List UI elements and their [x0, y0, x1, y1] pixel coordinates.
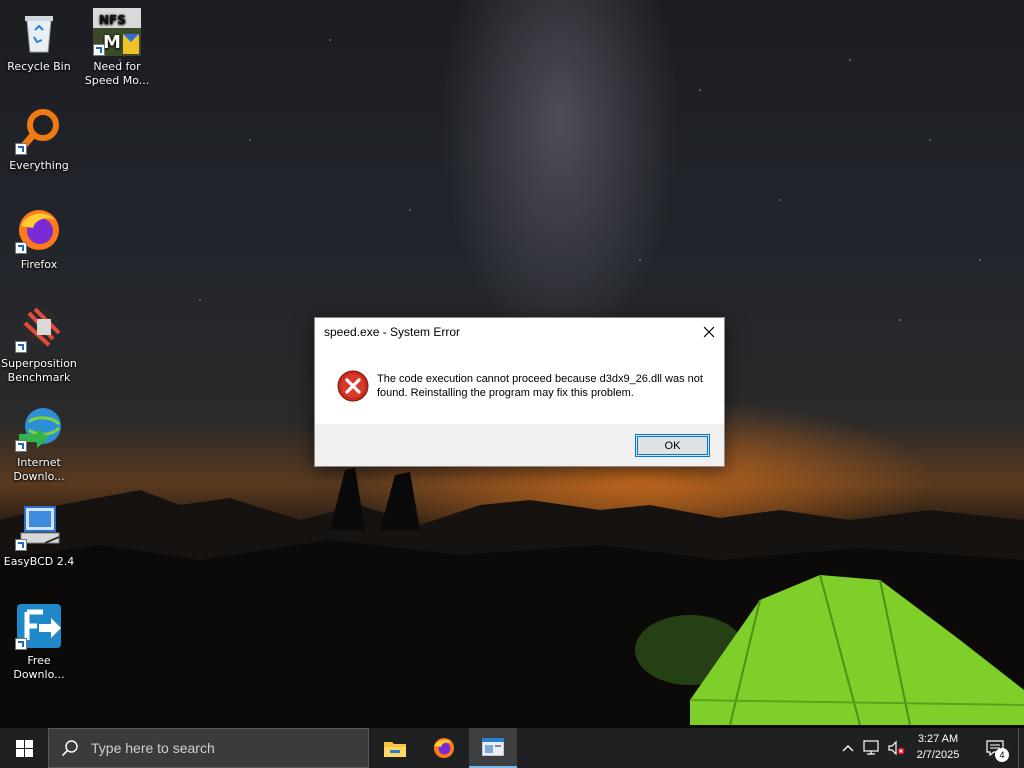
- dialog-close-button[interactable]: [694, 318, 724, 346]
- clock-date: 2/7/2025: [916, 749, 960, 761]
- network-tray-button[interactable]: [860, 728, 884, 768]
- desktop-icon-label: Internet Downlo...: [13, 456, 65, 483]
- taskbar-file-explorer[interactable]: [371, 728, 419, 768]
- clock-time: 3:27 AM: [917, 733, 959, 745]
- dialog-footer: OK: [315, 424, 724, 466]
- shortcut-arrow-icon: [93, 44, 105, 56]
- taskbar: 3:27 AM 2/7/2025 4: [0, 728, 1024, 768]
- easybcd-icon: [15, 503, 63, 551]
- desktop-icon-label: Everything: [9, 159, 69, 172]
- error-icon: [337, 370, 369, 402]
- shortcut-arrow-icon: [15, 242, 27, 254]
- notification-count-badge: 4: [995, 748, 1009, 762]
- desktop-icon-label: Free Downlo...: [13, 654, 65, 681]
- desktop-icon-label: EasyBCD 2.4: [3, 555, 75, 568]
- search-input[interactable]: [89, 739, 343, 757]
- chevron-up-icon: [842, 745, 854, 752]
- desktop-icon-need-for-speed[interactable]: NFS M Need for Speed Mo...: [78, 8, 156, 88]
- desktop-icon-label: Recycle Bin: [7, 60, 71, 73]
- volume-tray-button[interactable]: [884, 728, 908, 768]
- svg-text:M: M: [103, 32, 121, 53]
- internet-download-manager-icon: [15, 404, 63, 452]
- taskbar-clock[interactable]: 3:27 AM 2/7/2025: [908, 731, 968, 763]
- desktop-icon-internet-download-manager[interactable]: Internet Downlo...: [0, 404, 78, 484]
- shortcut-arrow-icon: [15, 341, 27, 353]
- shortcut-arrow-icon: [15, 143, 27, 155]
- taskbar-firefox[interactable]: [420, 728, 468, 768]
- desktop-icon-free-download-manager[interactable]: Free Downlo...: [0, 602, 78, 682]
- desktop-icon-firefox[interactable]: Firefox: [0, 206, 78, 272]
- volume-muted-icon: [888, 740, 905, 756]
- dialog-message: The code execution cannot proceed becaus…: [377, 373, 703, 399]
- svg-text:NFS: NFS: [99, 13, 126, 27]
- dialog-title: speed.exe - System Error: [324, 325, 461, 339]
- show-hidden-icons-button[interactable]: [836, 728, 860, 768]
- close-icon: [703, 326, 715, 338]
- firefox-icon: [15, 206, 63, 254]
- desktop-icon-recycle-bin[interactable]: Recycle Bin: [0, 8, 78, 74]
- active-window-icon: [482, 738, 504, 756]
- action-center-button[interactable]: 4: [980, 728, 1010, 768]
- system-error-dialog: speed.exe - System Error The code execut…: [314, 317, 725, 467]
- firefox-icon: [434, 738, 454, 758]
- network-icon: [863, 740, 879, 755]
- file-explorer-icon: [384, 742, 406, 757]
- desktop-icon-easybcd[interactable]: EasyBCD 2.4: [0, 503, 78, 569]
- ok-button[interactable]: OK: [635, 434, 710, 457]
- taskbar-active-window[interactable]: [469, 728, 517, 768]
- desktop-icon-superposition[interactable]: Superposition Benchmark: [0, 305, 78, 385]
- search-icon: [61, 740, 78, 757]
- windows-logo-icon: [15, 739, 33, 757]
- shortcut-arrow-icon: [15, 539, 27, 551]
- shortcut-arrow-icon: [15, 638, 27, 650]
- show-desktop-button[interactable]: [1018, 728, 1024, 768]
- everything-search-icon: [15, 107, 63, 155]
- recycle-bin-icon: [15, 8, 63, 56]
- taskbar-search-box[interactable]: [48, 728, 369, 768]
- shortcut-arrow-icon: [15, 440, 27, 452]
- start-button[interactable]: [0, 728, 48, 768]
- desktop-icon-label: Firefox: [20, 258, 58, 271]
- superposition-icon: [15, 305, 63, 353]
- desktop-icon-label: Need for Speed Mo...: [84, 60, 150, 87]
- desktop-icon-label: Superposition Benchmark: [1, 357, 77, 384]
- nfs-game-icon: NFS M: [93, 8, 141, 56]
- desktop-icon-everything[interactable]: Everything: [0, 107, 78, 173]
- free-download-manager-icon: [15, 602, 63, 650]
